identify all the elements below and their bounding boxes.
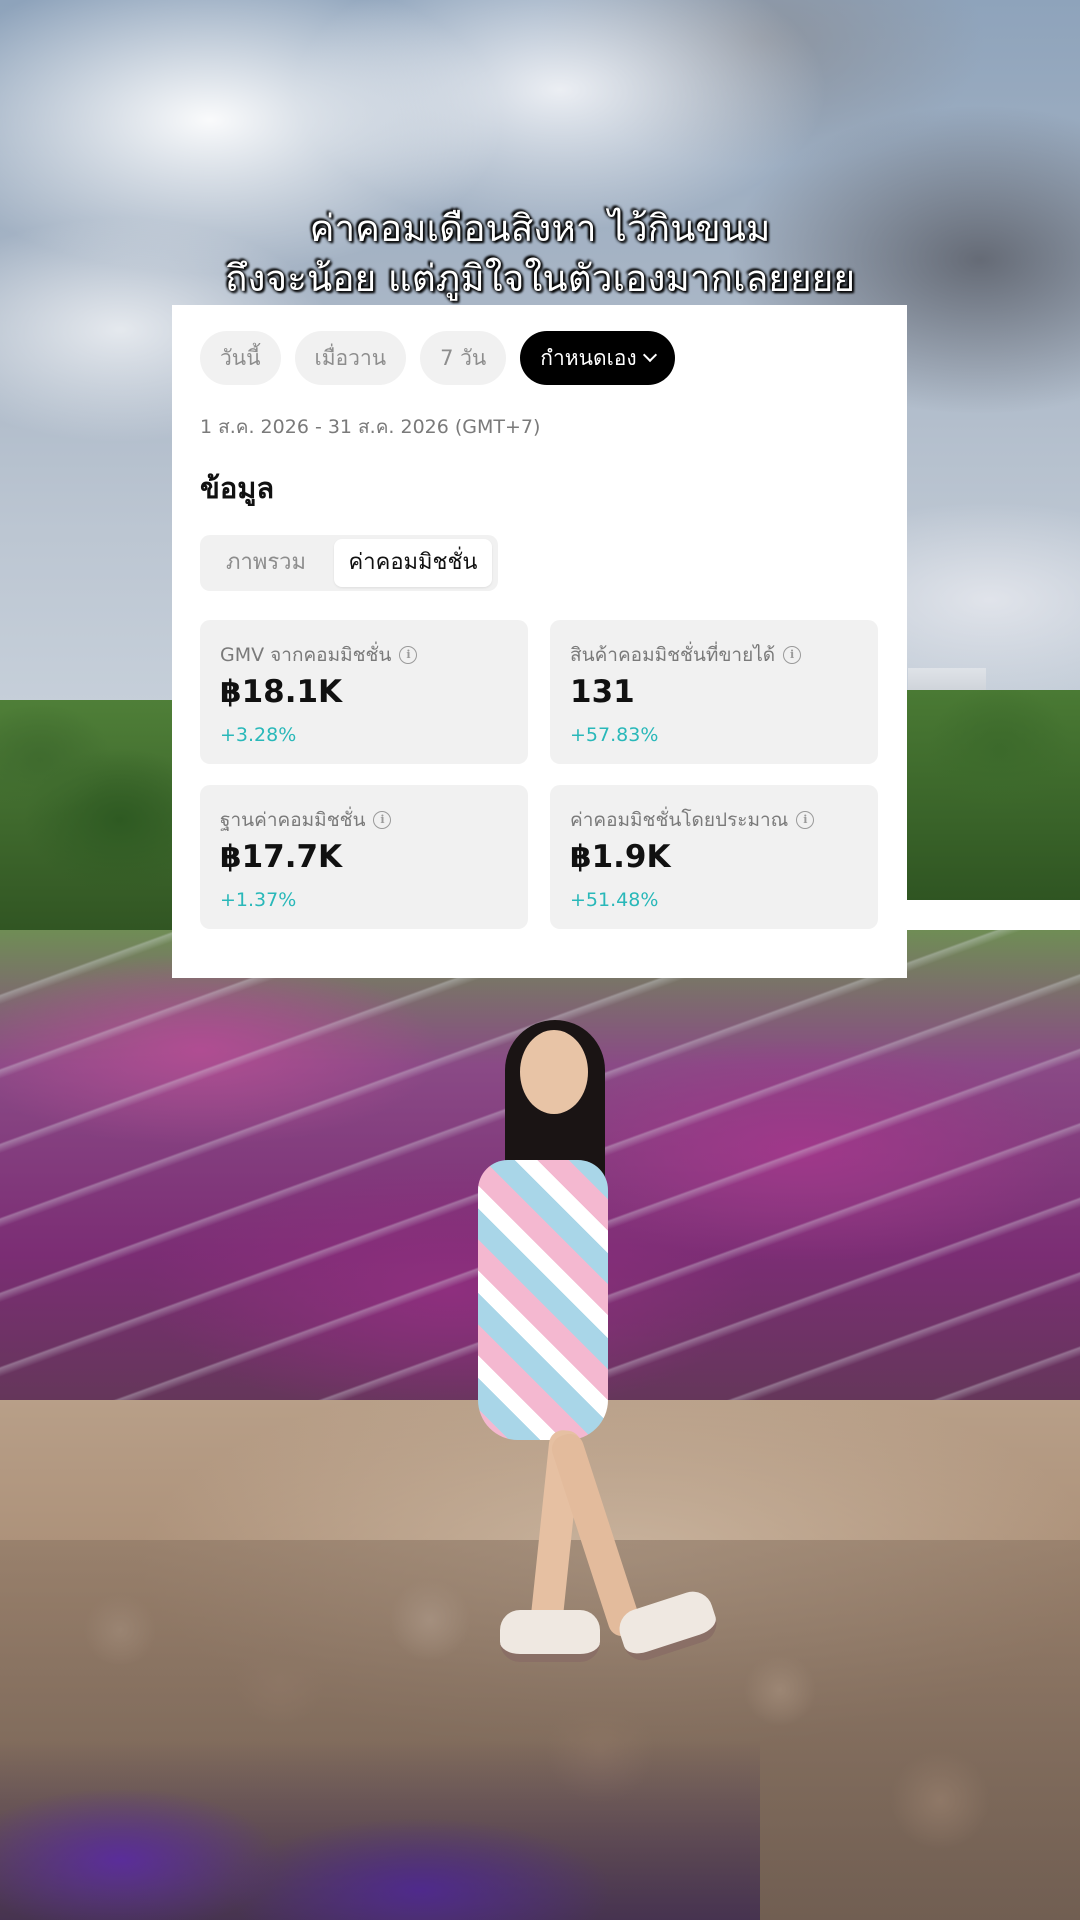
metric-change: +51.48%	[570, 889, 659, 911]
metric-label: สินค้าคอมมิชชั่นที่ขายได้ i	[570, 640, 802, 670]
metric-change: +57.83%	[570, 724, 659, 746]
section-title: ข้อมูล	[200, 471, 275, 505]
metric-label-text: ค่าคอมมิชชั่นโดยประมาณ	[570, 809, 789, 831]
metric-label-text: ฐานค่าคอมมิชชั่น	[220, 809, 366, 831]
metric-change: +3.28%	[220, 724, 297, 746]
metric-card-items-sold[interactable]: สินค้าคอมมิชชั่นที่ขายได้ i 131 +57.83%	[550, 620, 878, 764]
tab-today[interactable]: วันนี้	[200, 331, 281, 385]
purple-flowers-foreground	[0, 1740, 760, 1920]
tab-custom-label: กำหนดเอง	[540, 346, 637, 370]
date-filter-tabs: วันนี้ เมื่อวาน 7 วัน กำหนดเอง	[200, 331, 675, 385]
tab-custom[interactable]: กำหนดเอง	[520, 331, 675, 385]
metric-label: GMV จากคอมมิชชั่น i	[220, 640, 418, 670]
chevron-down-icon	[642, 347, 657, 363]
segment-commission[interactable]: ค่าคอมมิชชั่น	[334, 539, 492, 587]
metric-card-estimated-commission[interactable]: ค่าคอมมิชชั่นโดยประมาณ i ฿1.9K +51.48%	[550, 785, 878, 929]
trees-left	[0, 700, 200, 960]
metric-card-gmv[interactable]: GMV จากคอมมิชชั่น i ฿18.1K +3.28%	[200, 620, 528, 764]
tab-7-days[interactable]: 7 วัน	[420, 331, 507, 385]
metric-card-commission-base[interactable]: ฐานค่าคอมมิชชั่น i ฿17.7K +1.37%	[200, 785, 528, 929]
metric-label-text: สินค้าคอมมิชชั่นที่ขายได้	[570, 644, 776, 666]
segmented-control: ภาพรวม ค่าคอมมิชชั่น	[200, 535, 498, 591]
metric-label: ค่าคอมมิชชั่นโดยประมาณ i	[570, 805, 815, 835]
caption-line-1: ค่าคอมเดือนสิงหา ไว้กินขนม	[309, 207, 771, 250]
metric-value: ฿18.1K	[220, 674, 343, 710]
tab-yesterday[interactable]: เมื่อวาน	[294, 331, 407, 385]
caption-line-2: ถึงจะน้อย แต่ภูมิใจในตัวเองมากเลยยยย	[224, 257, 856, 300]
date-range-text: 1 ส.ค. 2026 - 31 ส.ค. 2026 (GMT+7)	[200, 416, 541, 438]
info-icon[interactable]: i	[373, 811, 392, 829]
metric-value: 131	[570, 674, 635, 710]
caption-overlay: ค่าคอมเดือนสิงหา ไว้กินขนม ถึงจะน้อย แต่…	[0, 204, 1080, 304]
segment-overview[interactable]: ภาพรวม	[206, 539, 326, 587]
metric-value: ฿1.9K	[570, 839, 671, 875]
info-icon[interactable]: i	[796, 811, 815, 829]
info-icon[interactable]: i	[783, 646, 802, 664]
metric-label: ฐานค่าคอมมิชชั่น i	[220, 805, 392, 835]
metric-change: +1.37%	[220, 889, 297, 911]
info-icon[interactable]: i	[399, 646, 418, 664]
person-shoe	[500, 1610, 600, 1662]
person-dress	[478, 1160, 608, 1440]
analytics-panel: วันนี้ เมื่อวาน 7 วัน กำหนดเอง 1 ส.ค. 20…	[172, 305, 907, 978]
person-face	[520, 1030, 588, 1114]
trees-right	[900, 690, 1080, 900]
metric-value: ฿17.7K	[220, 839, 343, 875]
metric-label-text: GMV จากคอมมิชชั่น	[220, 644, 392, 666]
